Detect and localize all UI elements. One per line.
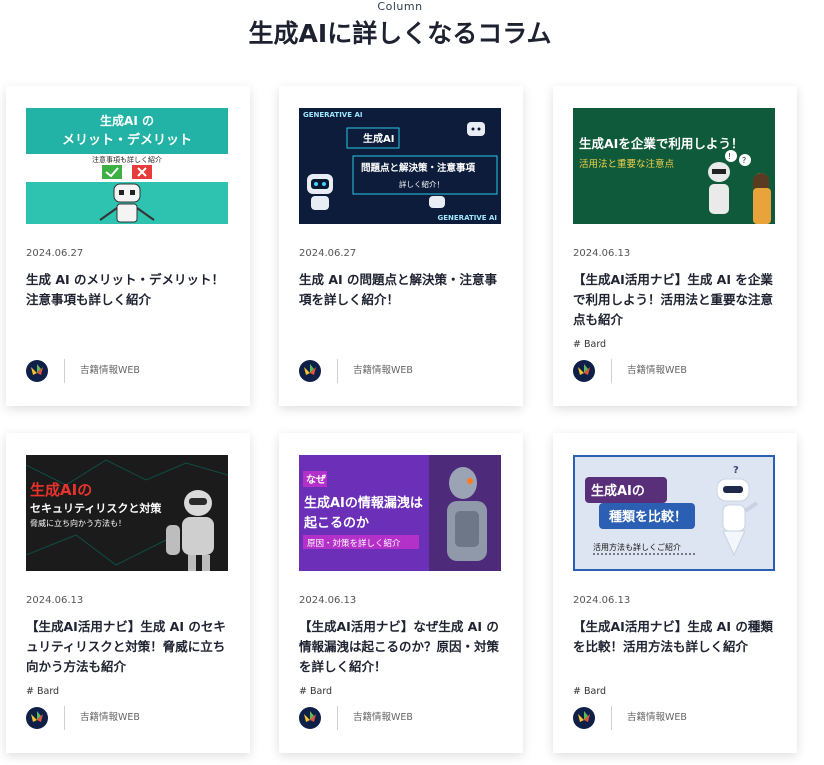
thumbnail-image[interactable]: なぜ 生成AIの情報漏洩は 起こるのか 原因・対策を詳しく紹介 (299, 455, 501, 571)
author-row: 吉籍情報WEB (573, 706, 783, 730)
thumbnail-text: 脅威に立ち向かう方法も！ (30, 518, 126, 528)
post-title[interactable]: 【生成AI活用ナビ】生成 AI を企業で利用しよう！活用法と重要な注意点も紹介 (573, 270, 779, 330)
author-name: 吉籍情報WEB (627, 365, 687, 376)
divider (64, 706, 65, 730)
author-row: 吉籍情報WEB (573, 359, 783, 383)
thumbnail-image[interactable]: 生成AIを企業で利用しよう！ 活用法と重要な注意点 ! ? (573, 108, 775, 224)
author-row: 吉籍情報WEB (26, 359, 236, 383)
author-name: 吉籍情報WEB (353, 365, 413, 376)
author-row: 吉籍情報WEB (299, 359, 509, 383)
thumbnail-text: 問題点と解決策・注意事項 (361, 162, 476, 174)
author-name: 吉籍情報WEB (353, 712, 413, 723)
post-tag[interactable]: # Bard (573, 339, 606, 351)
post-date: 2024.06.27 (299, 248, 357, 259)
author-row: 吉籍情報WEB (26, 706, 236, 730)
post-date: 2024.06.13 (573, 248, 631, 259)
thumbnail-text: 生成AIの情報漏洩は (304, 495, 423, 511)
column-card[interactable]: 生成AIを企業で利用しよう！ 活用法と重要な注意点 ! ? 2024.06.13… (553, 86, 797, 406)
thumbnail-text: 原因・対策を詳しく紹介 (307, 538, 401, 549)
thumbnail-text: 生成AIの (30, 481, 92, 499)
post-date: 2024.06.27 (26, 248, 84, 259)
thumbnail-text: メリット・デメリット (62, 132, 192, 148)
post-date: 2024.06.13 (299, 595, 357, 606)
column-card[interactable]: 生成AIの セキュリティリスクと対策 脅威に立ち向かう方法も！ 2024.06.… (6, 433, 250, 753)
column-card[interactable]: なぜ 生成AIの情報漏洩は 起こるのか 原因・対策を詳しく紹介 2024.06.… (279, 433, 523, 753)
post-date: 2024.06.13 (26, 595, 84, 606)
divider (337, 706, 338, 730)
leaf-logo-icon (299, 707, 321, 729)
post-title[interactable]: 生成 AI のメリット・デメリット！注意事項も詳しく紹介 (26, 270, 232, 310)
column-card[interactable]: 生成AIの 種類を比較！ 活用方法も詳しくご紹介 ? 2024.06.13 【生… (553, 433, 797, 753)
thumbnail-text: 生成AI (363, 132, 394, 145)
divider (611, 706, 612, 730)
thumbnail-text: 生成AI の (100, 113, 154, 128)
column-card[interactable]: GENERATIVE AI GENERATIVE AI 生成AI 問題点と解決策… (279, 86, 523, 406)
post-tag[interactable]: # Bard (299, 686, 332, 698)
post-title[interactable]: 【生成AI活用ナビ】生成 AI のセキュリティリスクと対策！脅威に立ち向かう方法… (26, 617, 232, 677)
post-title[interactable]: 【生成AI活用ナビ】生成 AI の種類を比較！活用方法も詳しく紹介 (573, 617, 779, 657)
author-name: 吉籍情報WEB (80, 365, 140, 376)
post-date: 2024.06.13 (573, 595, 631, 606)
thumbnail-text: 生成AIの (591, 483, 645, 499)
thumbnail-image[interactable]: 生成AIの 種類を比較！ 活用方法も詳しくご紹介 ? (573, 455, 775, 571)
leaf-logo-icon (573, 360, 595, 382)
post-title[interactable]: 生成 AI の問題点と解決策・注意事項を詳しく紹介！ (299, 270, 505, 310)
thumbnail-text: 生成AIを企業で利用しよう！ (579, 136, 743, 151)
leaf-logo-icon (26, 360, 48, 382)
leaf-logo-icon (573, 707, 595, 729)
thumbnail-text: GENERATIVE AI (303, 111, 362, 119)
thumbnail-text: 起こるのか (303, 515, 369, 531)
thumbnail-text: 活用法と重要な注意点 (579, 158, 675, 170)
svg-text:!: ! (728, 152, 731, 161)
section-title: 生成AIに詳しくなるコラム (248, 19, 552, 48)
thumbnail-text: 注意事項も詳しく紹介 (92, 155, 162, 164)
thumbnail-text: GENERATIVE AI (438, 214, 497, 222)
column-card[interactable]: 生成AI の メリット・デメリット 注意事項も詳しく紹介 2024.06.27 … (6, 86, 250, 406)
thumbnail-text: なぜ (306, 474, 326, 486)
divider (64, 359, 65, 383)
divider (611, 359, 612, 383)
thumbnail-image[interactable]: GENERATIVE AI GENERATIVE AI 生成AI 問題点と解決策… (299, 108, 501, 224)
post-tag[interactable]: # Bard (573, 686, 606, 698)
svg-text:?: ? (733, 465, 739, 476)
leaf-logo-icon (299, 360, 321, 382)
author-name: 吉籍情報WEB (627, 712, 687, 723)
leaf-logo-icon (26, 707, 48, 729)
thumbnail-text: 活用方法も詳しくご紹介 (593, 542, 681, 552)
thumbnail-text: 詳しく紹介！ (399, 179, 444, 189)
divider (337, 359, 338, 383)
post-title[interactable]: 【生成AI活用ナビ】なぜ生成 AI の情報漏洩は起こるのか？原因・対策を詳しく紹… (299, 617, 505, 677)
thumbnail-image[interactable]: 生成AIの セキュリティリスクと対策 脅威に立ち向かう方法も！ (26, 455, 228, 571)
thumbnail-text: 種類を比較！ (609, 509, 687, 525)
author-name: 吉籍情報WEB (80, 712, 140, 723)
thumbnail-text: セキュリティリスクと対策 (30, 501, 162, 515)
author-row: 吉籍情報WEB (299, 706, 509, 730)
section-label: Column (377, 0, 423, 13)
post-tag[interactable]: # Bard (26, 686, 59, 698)
svg-text:?: ? (742, 156, 746, 165)
thumbnail-image[interactable]: 生成AI の メリット・デメリット 注意事項も詳しく紹介 (26, 108, 228, 224)
